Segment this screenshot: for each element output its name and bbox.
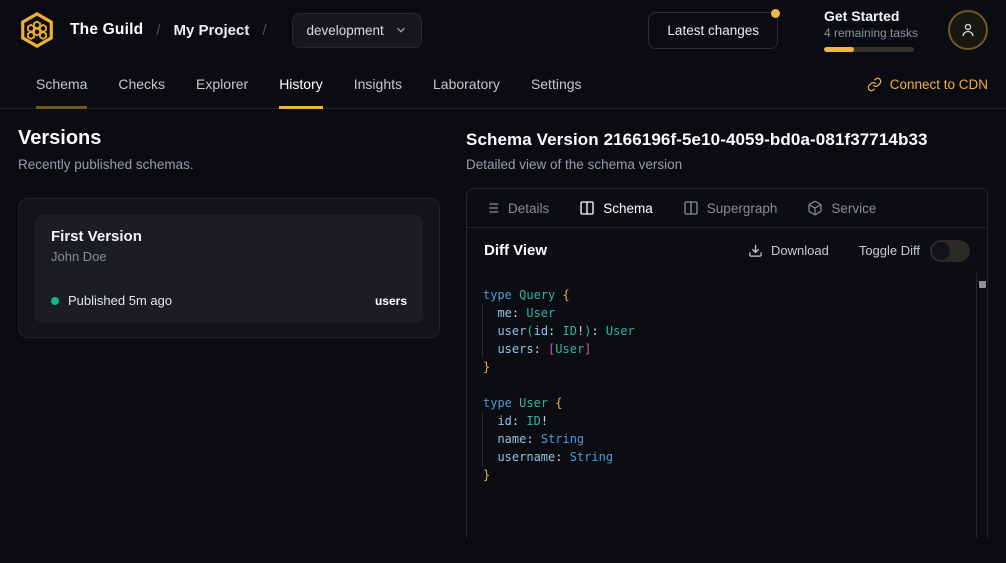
- breadcrumb-separator: /: [262, 22, 266, 39]
- detail-tab-schema[interactable]: Schema: [579, 200, 653, 216]
- columns-icon: [683, 200, 699, 216]
- version-name: First Version: [51, 228, 407, 245]
- get-started-widget[interactable]: Get Started 4 remaining tasks: [824, 8, 920, 52]
- columns-icon: [579, 200, 595, 216]
- tab-schema[interactable]: Schema: [36, 60, 87, 108]
- version-status: Published 5m ago: [68, 293, 172, 308]
- connect-to-cdn-button[interactable]: Connect to CDN: [867, 60, 988, 108]
- detail-tab-label: Service: [831, 201, 876, 216]
- tab-insights[interactable]: Insights: [354, 60, 402, 108]
- environment-selector[interactable]: development: [292, 13, 421, 48]
- detail-tab-bar: Details Schema Supergraph: [467, 189, 987, 228]
- indent-guide: [482, 412, 483, 466]
- versions-list-card: First Version John Doe Published 5m ago …: [18, 198, 440, 338]
- tab-settings[interactable]: Settings: [531, 60, 582, 108]
- schema-version-subtitle: Detailed view of the schema version: [466, 157, 988, 172]
- top-header: The Guild / My Project / development Lat…: [0, 0, 1006, 60]
- code-scrollbar-thumb[interactable]: [979, 281, 986, 288]
- cube-icon: [807, 200, 823, 216]
- schema-version-title: Schema Version 2166196f-5e10-4059-bd0a-0…: [466, 130, 988, 150]
- user-icon: [959, 21, 977, 39]
- get-started-progress-bar: [824, 47, 914, 52]
- tab-laboratory[interactable]: Laboratory: [433, 60, 500, 108]
- download-icon: [748, 243, 763, 258]
- environment-selector-value: development: [306, 23, 383, 38]
- versions-title: Versions: [18, 127, 440, 150]
- detail-tab-label: Details: [508, 201, 549, 216]
- version-list-item[interactable]: First Version John Doe Published 5m ago …: [35, 215, 423, 323]
- published-status-dot: [51, 297, 59, 305]
- latest-changes-label: Latest changes: [667, 23, 759, 38]
- download-label: Download: [771, 243, 829, 258]
- main-content: Versions Recently published schemas. Fir…: [0, 109, 1006, 538]
- version-service-badge: users: [375, 294, 407, 308]
- main-nav: Schema Checks Explorer History Insights …: [0, 60, 1006, 109]
- code-scrollbar[interactable]: [976, 273, 987, 538]
- version-author: John Doe: [51, 249, 407, 264]
- versions-panel: Versions Recently published schemas. Fir…: [18, 109, 440, 538]
- user-avatar[interactable]: [948, 10, 988, 50]
- version-detail-panel: Schema Version 2166196f-5e10-4059-bd0a-0…: [466, 109, 988, 538]
- get-started-subtitle: 4 remaining tasks: [824, 26, 920, 40]
- breadcrumb-separator: /: [156, 22, 160, 39]
- diff-view-toolbar: Diff View Download Toggle Diff: [467, 228, 987, 273]
- toggle-diff-switch[interactable]: [930, 240, 970, 262]
- latest-changes-button[interactable]: Latest changes: [648, 12, 778, 49]
- chevron-down-icon: [394, 23, 408, 37]
- breadcrumb-org[interactable]: The Guild: [70, 21, 143, 39]
- download-button[interactable]: Download: [748, 243, 829, 258]
- get-started-title: Get Started: [824, 8, 920, 24]
- toggle-diff-knob: [932, 242, 950, 260]
- connect-to-cdn-label: Connect to CDN: [890, 77, 988, 92]
- toggle-diff-label: Toggle Diff: [859, 243, 920, 258]
- versions-subtitle: Recently published schemas.: [18, 157, 440, 172]
- notification-dot: [771, 9, 780, 18]
- tab-history[interactable]: History: [279, 60, 323, 108]
- hive-logo-icon[interactable]: [18, 11, 56, 49]
- schema-detail-card: Details Schema Supergraph: [466, 188, 988, 538]
- breadcrumb-project[interactable]: My Project: [173, 22, 249, 39]
- indent-guide: [482, 304, 483, 358]
- diff-view-title: Diff View: [484, 242, 547, 259]
- get-started-progress-fill: [824, 47, 854, 52]
- tab-explorer[interactable]: Explorer: [196, 60, 248, 108]
- tab-checks[interactable]: Checks: [118, 60, 165, 108]
- detail-tab-label: Supergraph: [707, 201, 778, 216]
- code-block: type Query { me: User user(id: ID!): Use…: [483, 286, 971, 484]
- detail-tab-service[interactable]: Service: [807, 200, 876, 216]
- link-icon: [867, 77, 882, 92]
- detail-tab-label: Schema: [603, 201, 653, 216]
- list-icon: [484, 200, 500, 216]
- detail-tab-details[interactable]: Details: [484, 200, 549, 216]
- detail-tab-supergraph[interactable]: Supergraph: [683, 200, 778, 216]
- sdl-code-viewer[interactable]: type Query { me: User user(id: ID!): Use…: [467, 273, 987, 538]
